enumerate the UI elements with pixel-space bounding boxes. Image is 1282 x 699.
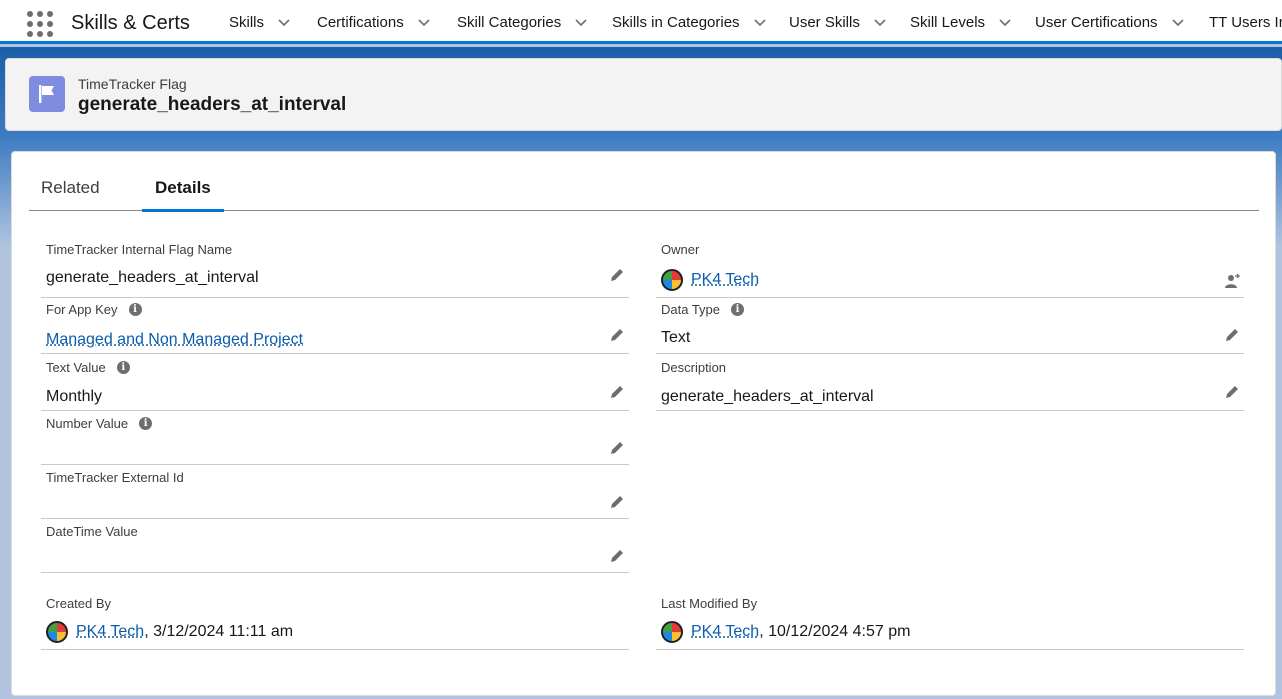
pencil-edit-icon[interactable] xyxy=(1224,327,1240,343)
chevron-down-icon[interactable] xyxy=(997,14,1013,30)
nav-item-label: Skills in Categories xyxy=(612,14,740,31)
pencil-edit-icon[interactable] xyxy=(609,548,625,564)
chevron-down-icon[interactable] xyxy=(872,14,888,30)
field-label-text: Data Type xyxy=(661,302,720,317)
owner-link[interactable]: PK4 Tech xyxy=(691,271,759,289)
for-app-key-link[interactable]: Managed and Non Managed Project xyxy=(46,331,303,349)
created-by-user-link[interactable]: PK4 Tech xyxy=(76,623,144,641)
field-created-by: Created By PK4 Tech , 3/12/2024 11:11 am xyxy=(41,596,629,650)
nav-item-skill-levels[interactable]: Skill Levels xyxy=(910,0,1013,44)
field-value: PK4 Tech xyxy=(661,269,759,291)
field-label: TimeTracker External Id xyxy=(46,470,184,485)
field-data-type: Data Type i Text xyxy=(656,302,1244,354)
top-navigation-bar: Skills & Certs Skills Certifications Ski… xyxy=(0,0,1282,44)
last-modified-date: , 10/12/2024 4:57 pm xyxy=(759,623,910,641)
info-icon[interactable]: i xyxy=(731,303,744,316)
record-header: TimeTracker Flag generate_headers_at_int… xyxy=(5,58,1282,131)
nav-item-label: User Certifications xyxy=(1035,14,1158,31)
last-modified-by-user-link[interactable]: PK4 Tech xyxy=(691,623,759,641)
field-label-text: TimeTracker External Id xyxy=(46,470,184,485)
nav-item-label: Skill Categories xyxy=(457,14,561,31)
field-label-text: Number Value xyxy=(46,416,128,431)
field-label-text: Created By xyxy=(46,596,111,611)
field-label-text: DateTime Value xyxy=(46,524,138,539)
field-external-id: TimeTracker External Id xyxy=(41,470,629,519)
field-label: Description xyxy=(661,360,726,375)
nav-item-certifications[interactable]: Certifications xyxy=(317,0,432,44)
field-label: DateTime Value xyxy=(46,524,138,539)
field-text-value: Text Value i Monthly xyxy=(41,360,629,411)
nav-item-label: Certifications xyxy=(317,14,404,31)
chevron-down-icon[interactable] xyxy=(1170,14,1186,30)
field-label: Owner xyxy=(661,242,699,257)
field-label: Data Type i xyxy=(661,302,744,317)
field-label: Last Modified By xyxy=(661,596,757,611)
field-label-text: Description xyxy=(661,360,726,375)
tab-bar: Related Details xyxy=(29,170,1259,211)
field-label-text: Text Value xyxy=(46,360,106,375)
pencil-edit-icon[interactable] xyxy=(609,494,625,510)
field-value: PK4 Tech , 10/12/2024 4:57 pm xyxy=(661,621,910,643)
user-avatar xyxy=(661,269,683,291)
chevron-down-icon[interactable] xyxy=(573,14,589,30)
tab-details[interactable]: Details xyxy=(142,170,224,211)
info-icon[interactable]: i xyxy=(129,303,142,316)
chevron-down-icon[interactable] xyxy=(276,14,292,30)
user-avatar xyxy=(46,621,68,643)
created-date: , 3/12/2024 11:11 am xyxy=(144,623,293,641)
info-icon[interactable]: i xyxy=(139,417,152,430)
field-label: For App Key i xyxy=(46,302,142,317)
field-value: Text xyxy=(661,329,690,347)
field-datetime-value: DateTime Value xyxy=(41,524,629,573)
tab-related[interactable]: Related xyxy=(41,170,100,211)
user-avatar xyxy=(661,621,683,643)
app-launcher-icon[interactable] xyxy=(27,11,53,37)
field-label: Text Value i xyxy=(46,360,130,375)
nav-item-skills-in-categories[interactable]: Skills in Categories xyxy=(612,0,768,44)
field-label-text: For App Key xyxy=(46,302,118,317)
field-value: Managed and Non Managed Project xyxy=(46,331,303,349)
info-icon[interactable]: i xyxy=(117,361,130,374)
chevron-down-icon[interactable] xyxy=(752,14,768,30)
nav-item-label: TT Users In xyxy=(1209,14,1282,31)
field-owner: Owner PK4 Tech xyxy=(656,242,1244,298)
field-description: Description generate_headers_at_interval xyxy=(656,360,1244,411)
nav-item-label: Skill Levels xyxy=(910,14,985,31)
nav-item-user-skills[interactable]: User Skills xyxy=(789,0,888,44)
field-last-modified-by: Last Modified By PK4 Tech , 10/12/2024 4… xyxy=(656,596,1244,650)
change-owner-icon[interactable] xyxy=(1224,273,1240,289)
field-label-text: Owner xyxy=(661,242,699,257)
nav-item-skills[interactable]: Skills xyxy=(229,0,292,44)
nav-item-skill-categories[interactable]: Skill Categories xyxy=(457,0,589,44)
field-label: Created By xyxy=(46,596,111,611)
chevron-down-icon[interactable] xyxy=(416,14,432,30)
nav-item-label: User Skills xyxy=(789,14,860,31)
field-for-app-key: For App Key i Managed and Non Managed Pro… xyxy=(41,302,629,354)
pencil-edit-icon[interactable] xyxy=(609,384,625,400)
field-internal-flag-name: TimeTracker Internal Flag Name generate_… xyxy=(41,242,629,298)
tab-label: Related xyxy=(41,178,100,198)
field-label-text: TimeTracker Internal Flag Name xyxy=(46,242,232,257)
pencil-edit-icon[interactable] xyxy=(609,327,625,343)
field-label-text: Last Modified By xyxy=(661,596,757,611)
field-value: generate_headers_at_interval xyxy=(46,269,259,287)
field-value: PK4 Tech , 3/12/2024 11:11 am xyxy=(46,621,293,643)
nav-item-user-certifications[interactable]: User Certifications xyxy=(1035,0,1186,44)
record-detail-card: Related Details TimeTracker Internal Fla… xyxy=(11,151,1276,696)
nav-item-label: Skills xyxy=(229,14,264,31)
field-label: TimeTracker Internal Flag Name xyxy=(46,242,232,257)
pencil-edit-icon[interactable] xyxy=(609,267,625,283)
field-number-value: Number Value i xyxy=(41,416,629,465)
pencil-edit-icon[interactable] xyxy=(609,440,625,456)
pencil-edit-icon[interactable] xyxy=(1224,384,1240,400)
flag-icon xyxy=(29,76,65,112)
tab-label: Details xyxy=(155,178,211,198)
record-title: generate_headers_at_interval xyxy=(78,94,346,116)
nav-item-tt-users-in[interactable]: TT Users In xyxy=(1209,0,1282,44)
field-value: Monthly xyxy=(46,388,102,406)
record-type-label: TimeTracker Flag xyxy=(78,76,187,92)
field-label: Number Value i xyxy=(46,416,152,431)
app-name: Skills & Certs xyxy=(71,12,190,35)
field-value: generate_headers_at_interval xyxy=(661,388,874,406)
